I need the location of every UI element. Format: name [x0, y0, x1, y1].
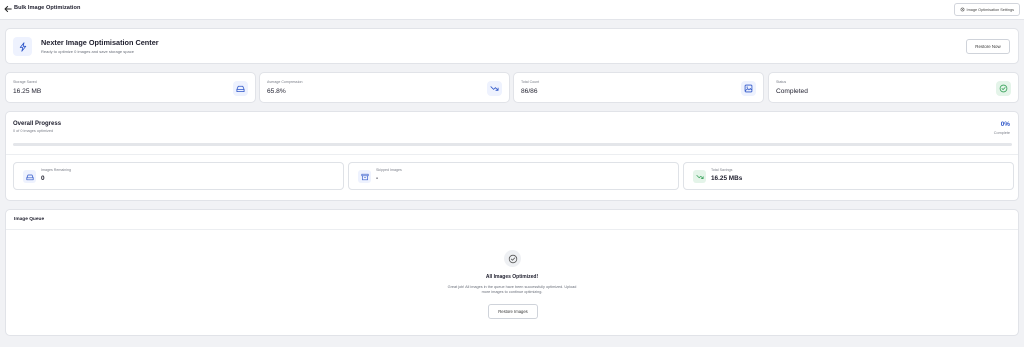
stat-label: Total Count	[521, 80, 540, 84]
trend-down-icon	[693, 170, 706, 183]
trend-down-icon	[487, 81, 502, 96]
stat-label: Storage Saved	[13, 80, 37, 84]
stat-value: 65.8%	[267, 88, 286, 95]
lightning-icon	[13, 37, 32, 56]
stat-value: 16.25 MB	[13, 88, 42, 95]
check-circle-icon	[504, 250, 521, 267]
check-circle-icon	[996, 81, 1011, 96]
progress-subtitle: 0 of 0 images optimized	[13, 129, 54, 133]
archive-icon	[358, 170, 371, 183]
stat-card-storage-saved: Storage Saved 16.25 MB	[5, 72, 256, 103]
image-queue-title: Image Queue	[14, 217, 45, 222]
stat-card-status: Status Completed	[768, 72, 1019, 103]
mini-stat-value: 16.25 MBs	[711, 175, 743, 182]
image-icon	[741, 81, 756, 96]
restore-images-button[interactable]: Restore Images	[488, 304, 538, 319]
all-optimized-title: All Images Optimized!	[485, 274, 539, 280]
progress-bar	[13, 143, 1012, 146]
all-optimized-message: Great job! All images in the queue have …	[447, 285, 577, 294]
center-title: Nexter Image Optimisation Center	[41, 38, 159, 47]
image-queue-header: Image Queue	[6, 210, 1018, 230]
settings-button-label: Image Optimisation Settings	[966, 7, 1014, 12]
restore-now-button[interactable]: Restore Now	[966, 39, 1010, 54]
stat-card-total-count: Total Count 86/86	[513, 72, 764, 103]
hdd-icon	[23, 170, 36, 183]
image-optimisation-settings-button[interactable]: Image Optimisation Settings	[953, 3, 1020, 16]
stat-label: Status	[776, 80, 787, 84]
page-title: Bulk Image Optimization	[14, 5, 81, 11]
mini-stat-label: Total Savings	[711, 168, 733, 172]
image-queue-card: Image Queue All Images Optimized! Great …	[5, 209, 1019, 336]
overall-progress-card: Overall Progress 0 of 0 images optimized…	[5, 111, 1019, 201]
center-subtitle: Ready to optimize 0 images and save stor…	[41, 49, 134, 54]
progress-complete-label: Complete	[993, 131, 1010, 135]
mini-stat-label: Images Remaining	[41, 168, 71, 172]
mini-stat-skipped-images: Skipped Images -	[348, 162, 679, 190]
optimisation-center-header: Nexter Image Optimisation Center Ready t…	[5, 28, 1019, 64]
mini-stat-images-remaining: Images Remaining 0	[13, 162, 344, 190]
stat-value: Completed	[776, 88, 808, 95]
back-arrow-icon[interactable]	[3, 4, 13, 14]
stat-card-average-compression: Average Compression 65.8%	[259, 72, 510, 103]
stat-value: 86/86	[521, 88, 538, 95]
mini-stat-value: 0	[41, 175, 45, 182]
stat-label: Average Compression	[267, 80, 303, 84]
hdd-icon	[233, 81, 248, 96]
progress-percent: 0%	[1000, 121, 1010, 128]
progress-title: Overall Progress	[13, 121, 62, 127]
mini-stat-total-savings: Total Savings 16.25 MBs	[683, 162, 1014, 190]
mini-stat-value: -	[376, 175, 379, 182]
mini-stat-label: Skipped Images	[376, 168, 402, 172]
gear-icon	[960, 7, 964, 12]
divider	[6, 154, 1018, 155]
top-bar: Bulk Image Optimization Image Optimisati…	[0, 0, 1024, 20]
